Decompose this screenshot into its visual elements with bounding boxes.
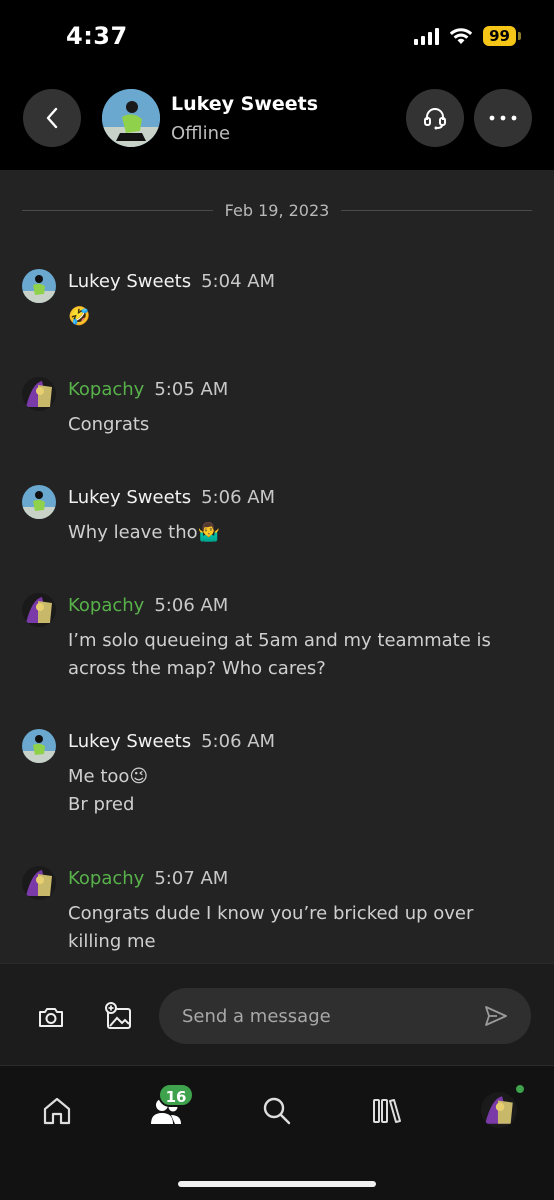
- message-time: 5:07 AM: [154, 868, 229, 889]
- battery-indicator: 99: [483, 26, 521, 46]
- divider-line: [341, 209, 533, 211]
- divider-line: [22, 209, 213, 211]
- sender-name[interactable]: Kopachy: [68, 868, 144, 889]
- more-icon: [489, 115, 517, 121]
- message-text: Congrats: [68, 414, 150, 435]
- camera-icon[interactable]: [36, 1002, 66, 1032]
- message-time: 5:04 AM: [201, 271, 276, 292]
- sender-avatar[interactable]: [22, 866, 56, 900]
- message-composer: [0, 963, 554, 1065]
- message-text: Congrats dude I know you’re bricked up o…: [68, 903, 474, 952]
- chat-thread[interactable]: Feb 19, 2023 Lukey Sweets 5:04 AM 🤣 Kopac…: [0, 170, 554, 963]
- back-button[interactable]: [23, 89, 81, 147]
- message-time: 5:06 AM: [201, 487, 276, 508]
- message-header: Kopachy 5:05 AM: [68, 379, 228, 400]
- bottom-navigation: 16: [0, 1065, 554, 1200]
- sender-avatar[interactable]: [22, 377, 56, 411]
- date-divider-label: Feb 19, 2023: [224, 200, 330, 220]
- sender-avatar[interactable]: [22, 485, 56, 519]
- status-indicators: 99: [414, 26, 521, 46]
- sender-avatar[interactable]: [22, 729, 56, 763]
- message-header: Lukey Sweets 5:06 AM: [68, 487, 275, 508]
- contact-name[interactable]: Lukey Sweets: [171, 93, 318, 115]
- message-time: 5:06 AM: [154, 595, 229, 616]
- message-text-group: Me too😉 Br pred: [68, 763, 528, 819]
- message-text: 🤣: [68, 306, 91, 327]
- headset-icon: [424, 108, 446, 130]
- sender-name[interactable]: Lukey Sweets: [68, 487, 191, 508]
- message-text: I’m solo queueing at 5am and my teammate…: [68, 630, 491, 679]
- contact-status: Offline: [171, 123, 231, 144]
- wifi-icon: [449, 28, 473, 44]
- more-options-button[interactable]: [474, 89, 532, 147]
- message-time: 5:05 AM: [154, 379, 229, 400]
- message-text: Why leave tho🤷‍♂️: [68, 522, 221, 543]
- message-header: Kopachy 5:07 AM: [68, 868, 228, 889]
- chevron-left-icon: [46, 107, 58, 129]
- search-icon[interactable]: [260, 1094, 294, 1128]
- send-icon[interactable]: [484, 1005, 508, 1027]
- social-notification-badge: 16: [158, 1083, 194, 1107]
- date-divider: Feb 19, 2023: [22, 200, 533, 220]
- sender-avatar[interactable]: [22, 269, 56, 303]
- message-header: Lukey Sweets 5:06 AM: [68, 731, 275, 752]
- cellular-signal-icon: [414, 27, 440, 45]
- sender-name[interactable]: Kopachy: [68, 595, 144, 616]
- message-text: Br pred: [68, 794, 135, 815]
- voice-chat-button[interactable]: [406, 89, 464, 147]
- message-text: Me too😉: [68, 766, 149, 787]
- home-indicator: [178, 1181, 376, 1187]
- library-icon[interactable]: [370, 1094, 404, 1128]
- sender-name[interactable]: Kopachy: [68, 379, 144, 400]
- top-bar: 4:37 99 Lukey Sweets Offline: [0, 0, 554, 170]
- message-header: Lukey Sweets 5:04 AM: [68, 271, 275, 292]
- profile-avatar[interactable]: [481, 1092, 517, 1128]
- sender-name[interactable]: Lukey Sweets: [68, 271, 191, 292]
- message-time: 5:06 AM: [201, 731, 276, 752]
- home-icon[interactable]: [40, 1094, 74, 1128]
- sender-avatar[interactable]: [22, 593, 56, 627]
- message-header: Kopachy 5:06 AM: [68, 595, 228, 616]
- image-add-icon[interactable]: [104, 1002, 134, 1032]
- status-time: 4:37: [66, 22, 128, 50]
- contact-avatar[interactable]: [102, 89, 160, 147]
- online-status-dot: [514, 1083, 526, 1095]
- sender-name[interactable]: Lukey Sweets: [68, 731, 191, 752]
- contact-avatar-image: [102, 89, 160, 147]
- message-input[interactable]: [159, 988, 531, 1044]
